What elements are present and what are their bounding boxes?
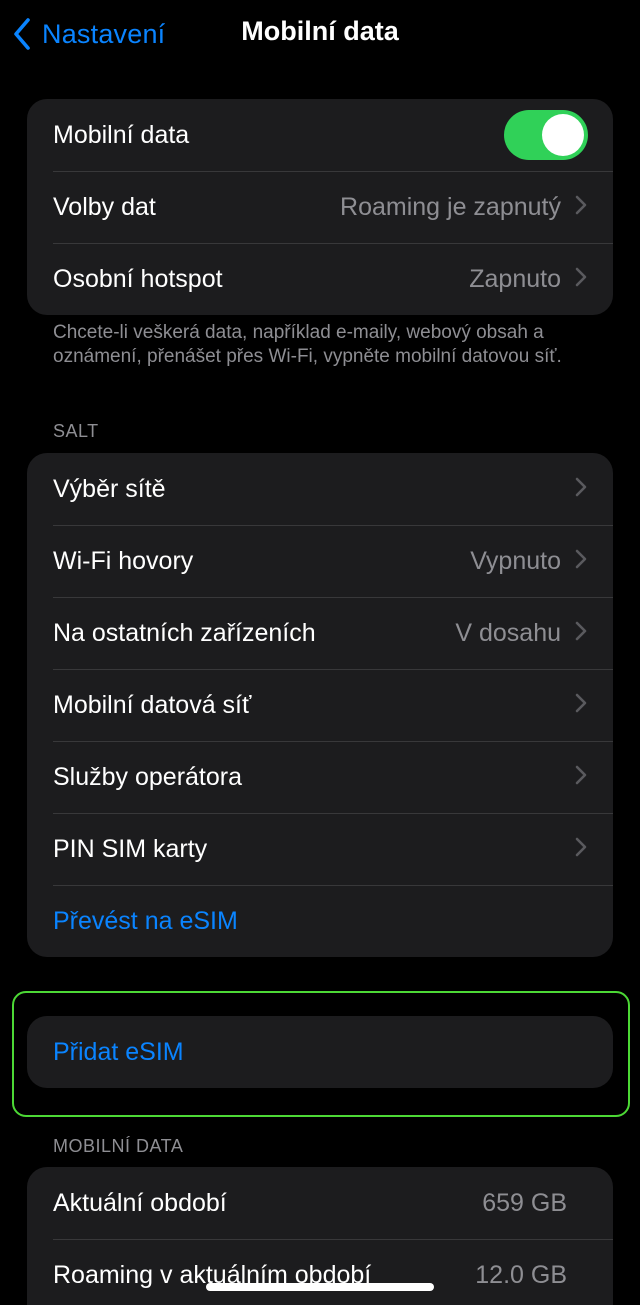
mobile-data-label: Mobilní data bbox=[53, 120, 190, 149]
current-period-label: Aktuální období bbox=[53, 1188, 227, 1217]
wifi-calling-label: Wi-Fi hovory bbox=[53, 546, 194, 575]
chevron-right-icon bbox=[575, 267, 587, 292]
hotspot-row[interactable]: Osobní hotspot Zapnuto bbox=[27, 243, 613, 315]
chevron-right-icon bbox=[575, 837, 587, 862]
convert-esim-button[interactable]: Převést na eSIM bbox=[27, 885, 613, 957]
chevron-right-icon bbox=[575, 621, 587, 646]
add-esim-group: Přidat eSIM bbox=[27, 1016, 613, 1088]
network-selection-row[interactable]: Výběr sítě bbox=[27, 453, 613, 525]
chevron-right-icon bbox=[575, 693, 587, 718]
current-period-value: 659 GB bbox=[482, 1188, 567, 1217]
carrier-group: Výběr sítě Wi-Fi hovory Vypnuto Na ostat… bbox=[27, 453, 613, 957]
hotspot-label: Osobní hotspot bbox=[53, 264, 223, 293]
current-period-row: Aktuální období 659 GB bbox=[27, 1167, 613, 1239]
sim-pin-row[interactable]: PIN SIM karty bbox=[27, 813, 613, 885]
hotspot-value: Zapnuto bbox=[469, 264, 561, 293]
back-button[interactable]: Nastavení bbox=[12, 14, 165, 54]
carrier-services-row[interactable]: Služby operátora bbox=[27, 741, 613, 813]
carrier-section-header: SALT bbox=[53, 421, 99, 441]
back-label: Nastavení bbox=[42, 18, 166, 49]
add-esim-button[interactable]: Přidat eSIM bbox=[27, 1016, 613, 1088]
roaming-current-period-value: 12.0 GB bbox=[475, 1260, 567, 1289]
other-devices-row[interactable]: Na ostatních zařízeních V dosahu bbox=[27, 597, 613, 669]
chevron-right-icon bbox=[575, 549, 587, 574]
data-options-value: Roaming je zapnutý bbox=[340, 192, 561, 221]
chevron-right-icon bbox=[575, 765, 587, 790]
mobile-data-toggle[interactable] bbox=[504, 110, 588, 160]
mobile-data-group: Mobilní data Volby dat Roaming je zapnut… bbox=[27, 99, 613, 315]
navigation-bar: Nastavení Mobilní data bbox=[0, 0, 640, 68]
chevron-left-icon bbox=[12, 17, 32, 51]
add-esim-label: Přidat eSIM bbox=[53, 1037, 184, 1066]
mobile-data-row: Mobilní data bbox=[27, 99, 613, 171]
network-selection-label: Výběr sítě bbox=[53, 474, 166, 503]
mobile-data-footnote: Chcete-li veškerá data, například e-mail… bbox=[53, 322, 562, 367]
usage-section-header: MOBILNÍ DATA bbox=[53, 1136, 184, 1156]
carrier-services-label: Služby operátora bbox=[53, 762, 243, 791]
data-options-row[interactable]: Volby dat Roaming je zapnutý bbox=[27, 171, 613, 243]
toggle-knob bbox=[542, 114, 584, 156]
other-devices-label: Na ostatních zařízeních bbox=[53, 618, 316, 647]
wifi-calling-value: Vypnuto bbox=[470, 546, 561, 575]
other-devices-value: V dosahu bbox=[455, 618, 561, 647]
data-options-label: Volby dat bbox=[53, 192, 156, 221]
roaming-current-period-row: Roaming v aktuálním období 12.0 GB bbox=[27, 1239, 613, 1305]
convert-esim-label: Převést na eSIM bbox=[53, 906, 238, 935]
sim-pin-label: PIN SIM karty bbox=[53, 834, 208, 863]
chevron-right-icon bbox=[575, 195, 587, 220]
chevron-right-icon bbox=[575, 477, 587, 502]
wifi-calling-row[interactable]: Wi-Fi hovory Vypnuto bbox=[27, 525, 613, 597]
cellular-network-row[interactable]: Mobilní datová síť bbox=[27, 669, 613, 741]
cellular-network-label: Mobilní datová síť bbox=[53, 690, 252, 719]
home-indicator bbox=[206, 1283, 434, 1291]
